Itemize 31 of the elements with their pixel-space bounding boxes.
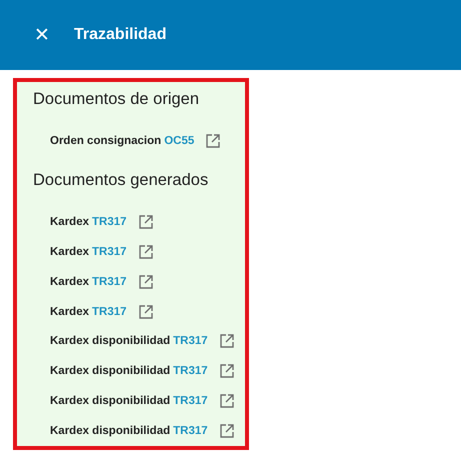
document-link[interactable]: TR317 xyxy=(173,425,208,438)
document-link[interactable]: TR317 xyxy=(173,395,208,408)
external-link-icon[interactable] xyxy=(138,304,153,318)
document-link[interactable]: TR317 xyxy=(92,306,127,318)
external-link-icon[interactable] xyxy=(206,134,220,148)
document-label: Kardex disponibilidad xyxy=(50,335,170,348)
document-label: Kardex xyxy=(50,276,89,288)
document-label: Kardex xyxy=(50,306,89,318)
document-link[interactable]: TR317 xyxy=(173,335,208,348)
external-link-icon[interactable] xyxy=(138,214,153,229)
document-link[interactable]: TR317 xyxy=(173,365,208,378)
document-label: Orden consignacion xyxy=(50,134,162,147)
document-link[interactable]: TR317 xyxy=(92,246,127,258)
external-link-icon[interactable] xyxy=(138,274,153,289)
close-button[interactable]: ✕ xyxy=(30,24,54,46)
document-label: Kardex disponibilidad xyxy=(50,425,170,438)
document-link[interactable]: TR317 xyxy=(92,216,127,228)
section-heading: Documentos generados xyxy=(33,170,210,190)
dialog-title: Trazabilidad xyxy=(74,26,166,44)
external-link-icon[interactable] xyxy=(220,394,234,408)
document-link[interactable]: TR317 xyxy=(92,276,127,288)
external-link-icon[interactable] xyxy=(220,424,234,438)
section-heading: Documentos de origen xyxy=(33,90,200,109)
external-link-icon[interactable] xyxy=(138,244,153,259)
external-link-icon[interactable] xyxy=(220,334,234,348)
document-label: Kardex disponibilidad xyxy=(50,395,170,408)
document-link[interactable]: OC55 xyxy=(164,134,194,147)
document-label: Kardex xyxy=(50,216,89,228)
document-label: Kardex xyxy=(50,246,89,258)
document-label: Kardex disponibilidad xyxy=(50,365,170,378)
external-link-icon[interactable] xyxy=(220,364,234,378)
